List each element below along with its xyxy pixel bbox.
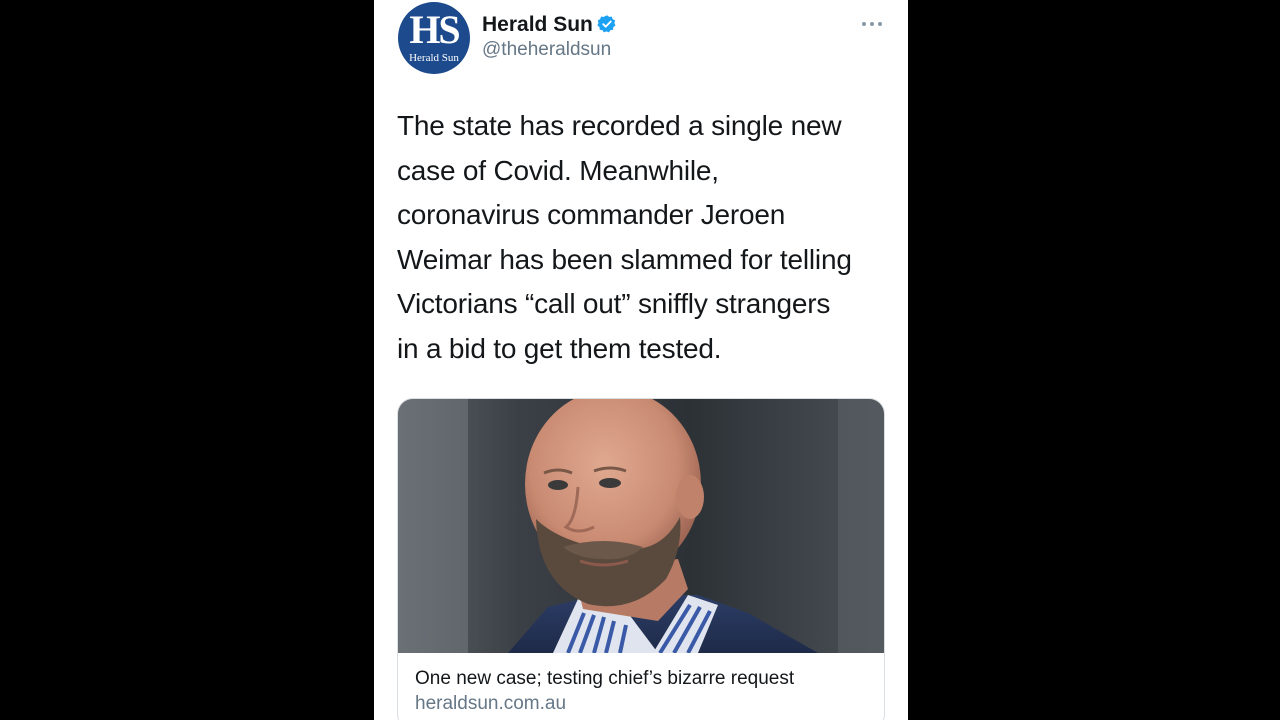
card-title[interactable]: One new case; testing chief’s bizarre re… bbox=[415, 667, 794, 691]
card-domain[interactable]: heraldsun.com.au bbox=[415, 692, 566, 716]
verified-badge-icon bbox=[597, 14, 617, 41]
video-frame: HS Herald Sun Herald Sun @theheraldsun T… bbox=[0, 0, 1280, 720]
link-preview-card[interactable]: One new case; testing chief’s bizarre re… bbox=[397, 398, 885, 720]
avatar-caption: Herald Sun bbox=[409, 52, 459, 64]
user-handle[interactable]: @theheraldsun bbox=[482, 38, 611, 62]
article-photo[interactable] bbox=[398, 399, 884, 653]
tweet-card[interactable]: HS Herald Sun Herald Sun @theheraldsun T… bbox=[374, 0, 908, 720]
tweet-text-line: case of Covid. Meanwhile, bbox=[397, 154, 719, 186]
tweet-text-line: coronavirus commander Jeroen bbox=[397, 199, 786, 230]
avatar[interactable]: HS Herald Sun bbox=[398, 2, 470, 74]
tweet-text-line: Victorians “call out” sniffly strangers bbox=[397, 288, 831, 319]
tweet-text-line: in a bid to get them tested. bbox=[397, 332, 722, 364]
tweet-text-line: Weimar has been slammed for telling bbox=[397, 243, 852, 275]
tweet-text-line: The state has recorded a single new bbox=[397, 110, 842, 141]
avatar-initials: HS bbox=[409, 7, 460, 52]
display-name[interactable]: Herald Sun bbox=[482, 12, 617, 41]
more-horizontal-icon[interactable] bbox=[858, 14, 886, 34]
display-name-text: Herald Sun bbox=[482, 13, 593, 36]
tweet-text: The state has recorded a single new case… bbox=[397, 104, 897, 371]
